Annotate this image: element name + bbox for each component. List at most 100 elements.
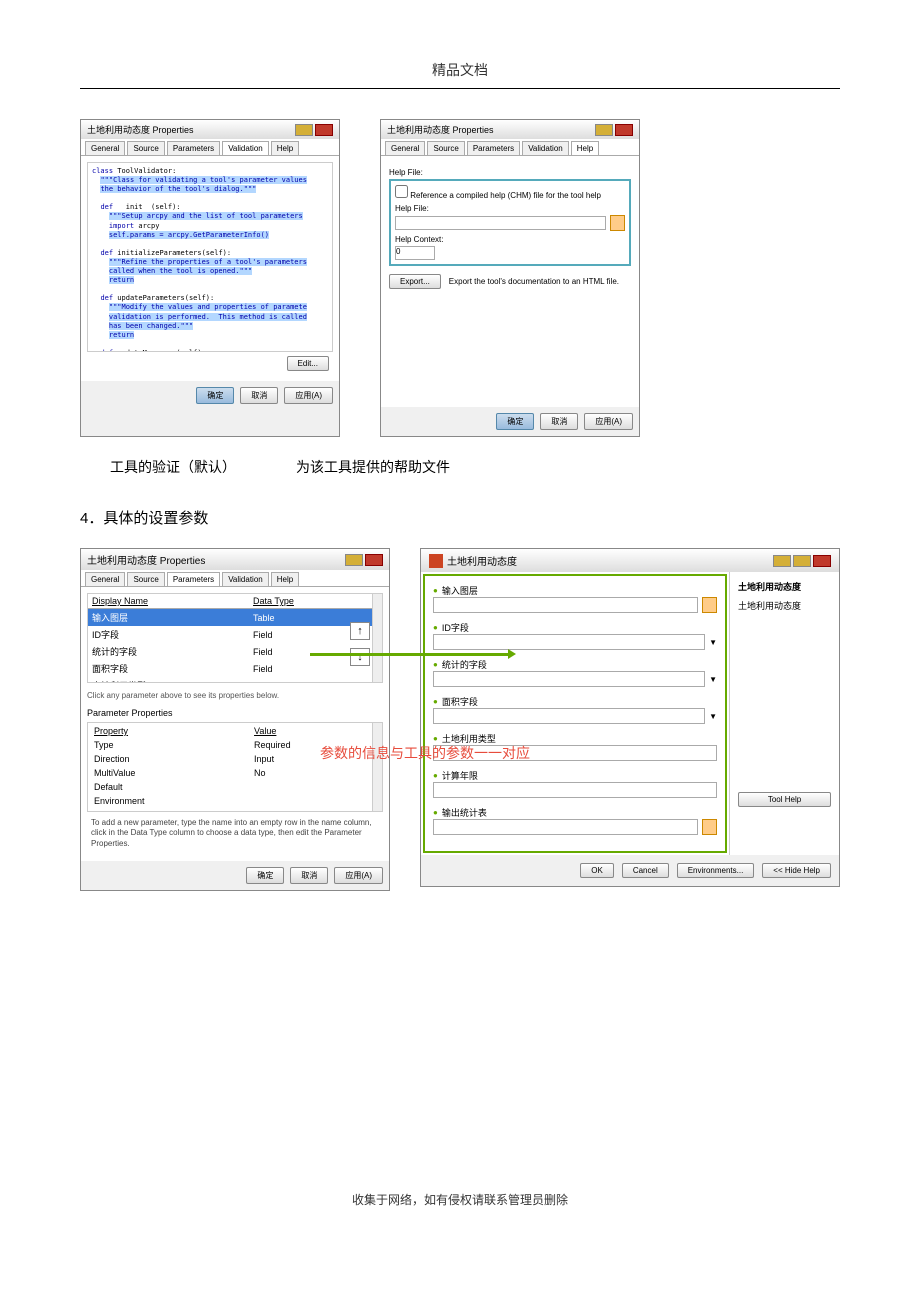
tool-help-button[interactable]: Tool Help	[738, 792, 831, 807]
ok-button[interactable]: 确定	[496, 413, 534, 430]
tool-titlebar: 土地利用动态度	[421, 549, 839, 572]
parameters-table[interactable]: Display NameData Type 输入图层Table ID字段Fiel…	[88, 594, 372, 682]
col-data-type: Data Type	[249, 594, 372, 609]
area-field[interactable]	[433, 708, 705, 724]
help-icon[interactable]	[595, 124, 613, 136]
field-label: 输入图层	[442, 584, 478, 597]
tab-validation[interactable]: Validation	[222, 141, 269, 155]
apply-button[interactable]: 应用(A)	[334, 867, 383, 884]
bullet-icon: ●	[433, 660, 438, 669]
input-layer-field[interactable]	[433, 597, 698, 613]
scrollbar[interactable]	[372, 594, 382, 682]
help-panel-title: 土地利用动态度	[738, 580, 831, 593]
environments-button[interactable]: Environments...	[677, 863, 755, 878]
tab-parameters[interactable]: Parameters	[167, 572, 220, 586]
tool-help-panel: 土地利用动态度 土地利用动态度 Tool Help	[729, 572, 839, 855]
help-file-input[interactable]	[395, 216, 606, 230]
tab-source[interactable]: Source	[127, 141, 164, 155]
help-file-label2: Help File:	[395, 204, 625, 213]
properties-table[interactable]: PropertyValue TypeRequired DirectionInpu…	[88, 723, 372, 812]
bullet-icon: ●	[433, 734, 438, 743]
move-down-button[interactable]: ↓	[350, 648, 370, 666]
output-table-field[interactable]	[433, 819, 698, 835]
help-highlight-box: Reference a compiled help (CHM) file for…	[389, 179, 631, 266]
close-icon[interactable]	[315, 124, 333, 136]
instruction-text: To add a new parameter, type the name in…	[87, 812, 383, 855]
bullet-icon: ●	[433, 586, 438, 595]
tab-parameters[interactable]: Parameters	[467, 141, 520, 155]
id-field[interactable]	[433, 634, 705, 650]
minimize-icon[interactable]	[773, 555, 791, 567]
dialog-titlebar: 土地利用动态度 Properties	[381, 120, 639, 139]
help-checkbox[interactable]	[395, 185, 408, 198]
maximize-icon[interactable]	[793, 555, 811, 567]
tab-general[interactable]: General	[85, 141, 125, 155]
help-context-input[interactable]: 0	[395, 246, 435, 260]
tab-help[interactable]: Help	[271, 572, 299, 586]
folder-icon[interactable]	[610, 215, 625, 231]
ok-button[interactable]: 确定	[196, 387, 234, 404]
hide-help-button[interactable]: << Hide Help	[762, 863, 831, 878]
export-button[interactable]: Export...	[389, 274, 441, 289]
tab-validation[interactable]: Validation	[522, 141, 569, 155]
close-icon[interactable]	[365, 554, 383, 566]
scrollbar[interactable]	[372, 723, 382, 811]
edit-button[interactable]: Edit...	[287, 356, 329, 371]
cancel-button[interactable]: 取消	[240, 387, 278, 404]
table-row[interactable]: 土地利用类型Long	[88, 677, 372, 682]
tab-general[interactable]: General	[85, 572, 125, 586]
dialog-titlebar: 土地利用动态度 Properties	[81, 120, 339, 139]
bullet-icon: ●	[433, 623, 438, 632]
table-row[interactable]: 统计的字段Field	[88, 643, 372, 660]
folder-icon[interactable]	[702, 597, 717, 613]
cancel-button[interactable]: 取消	[290, 867, 328, 884]
section-4-title: 4．具体的设置参数	[80, 507, 840, 528]
tab-parameters[interactable]: Parameters	[167, 141, 220, 155]
close-icon[interactable]	[615, 124, 633, 136]
table-row[interactable]: 面积字段Field	[88, 660, 372, 677]
tab-help[interactable]: Help	[271, 141, 299, 155]
caption-validation: 工具的验证（默认）	[110, 457, 236, 477]
tab-source[interactable]: Source	[427, 141, 464, 155]
close-icon[interactable]	[813, 555, 831, 567]
tab-validation[interactable]: Validation	[222, 572, 269, 586]
years-field[interactable]	[433, 782, 717, 798]
annotation-arrow	[310, 653, 510, 656]
cancel-button[interactable]: 取消	[540, 413, 578, 430]
help-context-label: Help Context:	[395, 235, 625, 244]
table-row[interactable]: ID字段Field	[88, 626, 372, 643]
annotation-text: 参数的信息与工具的参数一一对应	[320, 743, 530, 763]
cancel-button[interactable]: Cancel	[622, 863, 669, 878]
col-display-name: Display Name	[88, 594, 249, 609]
tab-source[interactable]: Source	[127, 572, 164, 586]
help-dialog: 土地利用动态度 Properties General Source Parame…	[380, 119, 640, 437]
table-row: Environment	[90, 795, 370, 807]
stat-field[interactable]	[433, 671, 705, 687]
apply-button[interactable]: 应用(A)	[284, 387, 333, 404]
apply-button[interactable]: 应用(A)	[584, 413, 633, 430]
col-value: Value	[250, 725, 370, 737]
parameters-dialog: 土地利用动态度 Properties General Source Parame…	[80, 548, 390, 891]
tab-general[interactable]: General	[385, 141, 425, 155]
validation-code: class ToolValidator: """Class for valida…	[87, 162, 333, 352]
help-checkbox-label: Reference a compiled help (CHM) file for…	[410, 191, 601, 200]
ok-button[interactable]: 确定	[246, 867, 284, 884]
tabs: General Source Parameters Validation Hel…	[381, 139, 639, 156]
tool-icon	[429, 554, 443, 568]
page-header: 精品文档	[80, 60, 840, 89]
help-icon[interactable]	[345, 554, 363, 566]
ok-button[interactable]: OK	[580, 863, 614, 878]
dialog-title-text: 土地利用动态度 Properties	[387, 123, 494, 136]
tab-help[interactable]: Help	[571, 141, 599, 155]
move-up-button[interactable]: ↑	[350, 622, 370, 640]
help-panel-text: 土地利用动态度	[738, 599, 831, 612]
caption-help: 为该工具提供的帮助文件	[296, 457, 450, 477]
parameter-properties-label: Parameter Properties	[87, 708, 383, 718]
table-row[interactable]: 输入图层Table	[88, 609, 372, 627]
folder-icon[interactable]	[702, 819, 717, 835]
export-description: Export the tool's documentation to an HT…	[449, 277, 619, 286]
help-icon[interactable]	[295, 124, 313, 136]
field-label: 面积字段	[442, 695, 478, 708]
field-label: 统计的字段	[442, 658, 487, 671]
page-footer: 收集于网络，如有侵权请联系管理员删除	[80, 1191, 840, 1208]
